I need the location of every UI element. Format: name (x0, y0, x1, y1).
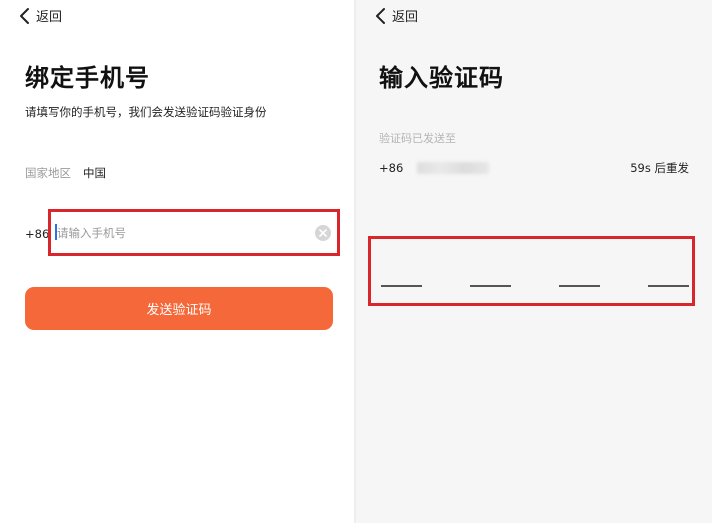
chevron-left-icon (376, 7, 385, 24)
phone-input[interactable] (57, 223, 307, 243)
target-phone-row: +86 59s 后重发 (379, 160, 689, 176)
code-sent-label: 验证码已发送至 (379, 132, 456, 145)
clear-input-button[interactable] (315, 225, 331, 241)
resend-countdown[interactable]: 59s 后重发 (630, 160, 689, 176)
region-selector[interactable]: 国家地区 中国 (25, 165, 106, 181)
country-code: +86 (379, 161, 404, 175)
verify-code-screen: 返回 输入验证码 验证码已发送至 +86 59s 后重发 (356, 0, 712, 523)
back-label: 返回 (392, 10, 419, 25)
code-input-highlight (368, 236, 695, 306)
screenshot-stage: 返回 绑定手机号 请填写你的手机号，我们会发送验证码验证身份 国家地区 中国 +… (0, 0, 712, 523)
back-button[interactable]: 返回 (18, 6, 62, 25)
chevron-left-icon (20, 7, 29, 24)
masked-phone-number (417, 162, 490, 174)
region-value: 中国 (83, 166, 106, 180)
code-digit-slot[interactable] (470, 285, 511, 287)
bind-phone-screen: 返回 绑定手机号 请填写你的手机号，我们会发送验证码验证身份 国家地区 中国 +… (0, 0, 354, 523)
code-digit-slot[interactable] (559, 285, 600, 287)
country-code[interactable]: +86 (25, 227, 49, 241)
code-digit-slot[interactable] (648, 285, 689, 287)
page-title: 输入验证码 (379, 64, 504, 92)
region-label: 国家地区 (25, 166, 71, 180)
send-code-button[interactable]: 发送验证码 (25, 287, 333, 330)
page-title: 绑定手机号 (25, 64, 150, 92)
code-digit-slot[interactable] (381, 285, 422, 287)
page-subtitle: 请填写你的手机号，我们会发送验证码验证身份 (25, 105, 267, 119)
phone-input-highlight (48, 209, 340, 256)
back-button[interactable]: 返回 (374, 6, 418, 25)
back-label: 返回 (36, 10, 63, 25)
close-icon (319, 229, 327, 237)
